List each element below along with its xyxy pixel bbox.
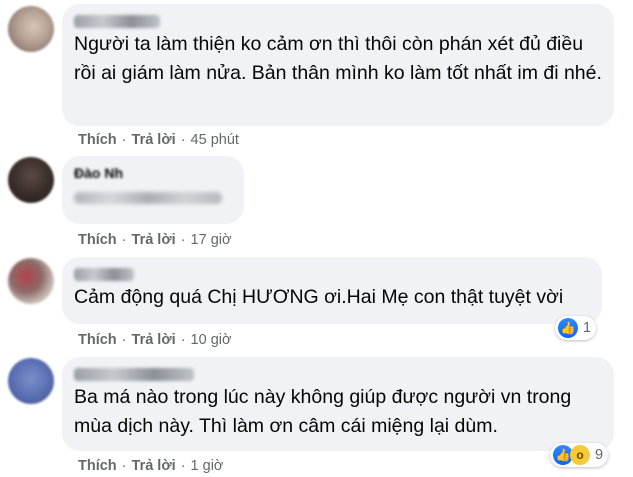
comment-bubble: Cảm động quá Chị HƯƠNG ơi.Hai Mẹ con thậ… <box>62 257 602 324</box>
comment-author[interactable] <box>74 265 590 283</box>
like-link[interactable]: Thích <box>78 332 117 348</box>
reaction-summary[interactable]: 👍 o 9 <box>550 443 609 467</box>
reply-link[interactable]: Trả lời <box>132 232 176 248</box>
comment-timestamp[interactable]: 10 giờ <box>191 332 232 348</box>
comment-text: Ba má nào trong lúc này không giúp được … <box>74 386 572 437</box>
separator-dot: · <box>121 132 127 148</box>
comment-author[interactable]: Đào Nh <box>74 164 232 182</box>
reaction-count: 9 <box>595 447 604 463</box>
separator-dot: · <box>121 232 127 248</box>
reply-link[interactable]: Trả lời <box>132 132 176 148</box>
comment-text: Người ta làm thiện ko cảm ơn thì thôi cò… <box>74 33 602 84</box>
wow-icon: o <box>570 445 590 465</box>
reaction-summary[interactable]: 👍 1 <box>555 316 597 340</box>
reply-link[interactable]: Trả lời <box>132 332 176 348</box>
commenter-avatar[interactable] <box>8 258 54 304</box>
separator-dot: · <box>121 332 127 348</box>
reply-link[interactable]: Trả lời <box>132 458 176 474</box>
reaction-count: 1 <box>583 320 592 336</box>
comment-actions: Thích · Trả lời · 1 giờ <box>78 458 223 474</box>
comment-author[interactable] <box>74 12 602 30</box>
like-link[interactable]: Thích <box>78 232 117 248</box>
separator-dot: · <box>180 332 186 348</box>
comment-author[interactable] <box>74 365 602 383</box>
comment-actions: Thích · Trả lời · 17 giờ <box>78 232 231 248</box>
comment-text-blurred <box>74 192 222 204</box>
comment-timestamp[interactable]: 45 phút <box>191 132 239 148</box>
separator-dot: · <box>180 232 186 248</box>
like-link[interactable]: Thích <box>78 132 117 148</box>
separator-dot: · <box>180 458 186 474</box>
comment-text: Cảm động quá Chị HƯƠNG ơi.Hai Mẹ con thậ… <box>74 286 564 308</box>
comment-bubble: Ba má nào trong lúc này không giúp được … <box>62 357 614 451</box>
commenter-avatar[interactable] <box>8 358 54 404</box>
commenter-avatar[interactable] <box>8 157 54 203</box>
like-link[interactable]: Thích <box>78 458 117 474</box>
separator-dot: · <box>121 458 127 474</box>
comment-actions: Thích · Trả lời · 45 phút <box>78 132 239 148</box>
separator-dot: · <box>180 132 186 148</box>
commenter-avatar[interactable] <box>8 6 54 52</box>
comment-timestamp[interactable]: 1 giờ <box>191 458 224 474</box>
comment-bubble: Người ta làm thiện ko cảm ơn thì thôi cò… <box>62 4 614 126</box>
comment-actions: Thích · Trả lời · 10 giờ <box>78 332 231 348</box>
comment-bubble: Đào Nh <box>62 156 244 224</box>
comment-timestamp[interactable]: 17 giờ <box>191 232 232 248</box>
like-icon: 👍 <box>558 318 578 338</box>
